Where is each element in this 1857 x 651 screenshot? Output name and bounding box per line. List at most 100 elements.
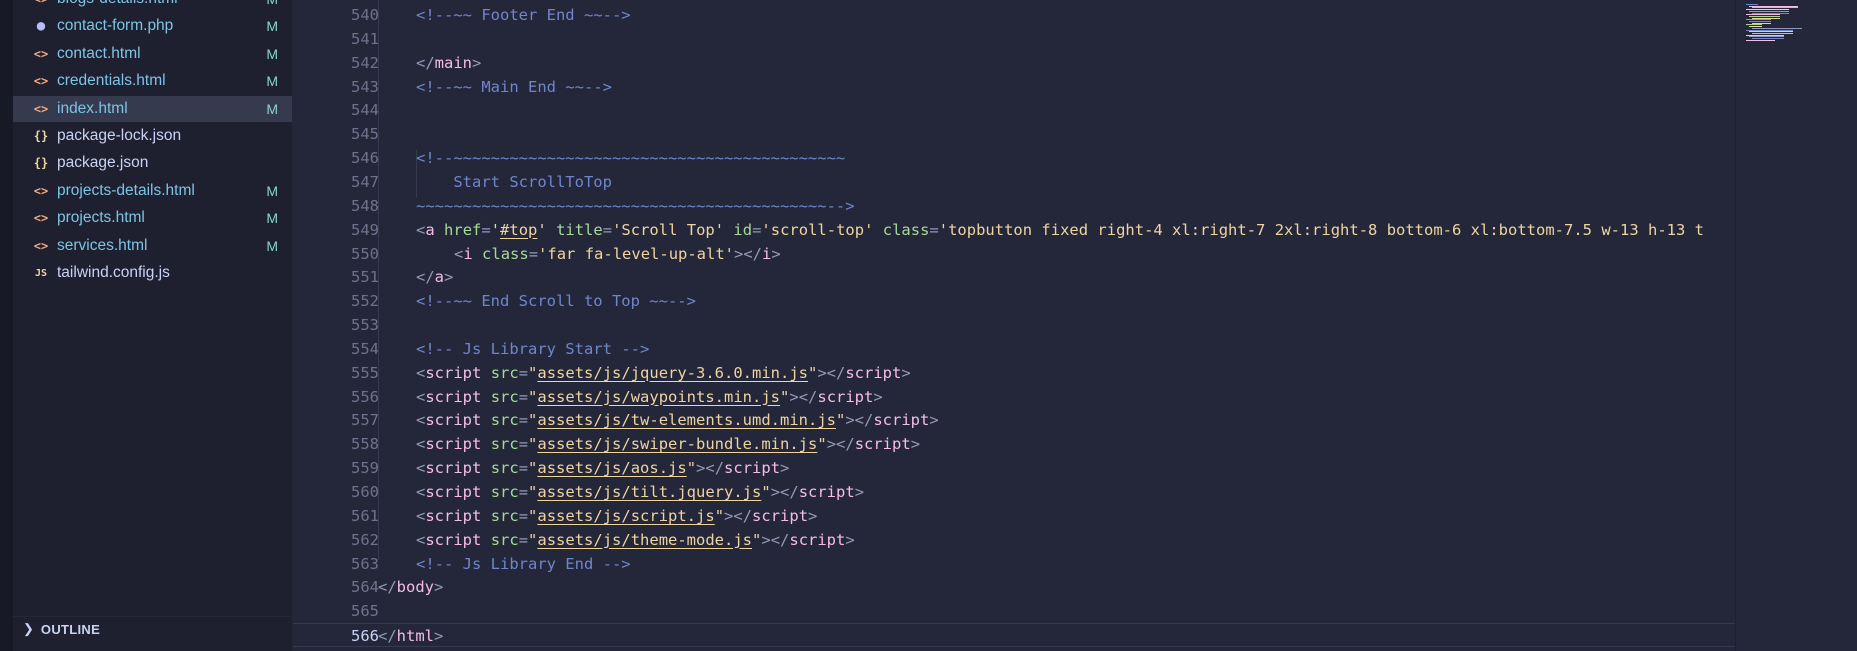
code-text: <script src="assets/js/swiper-bundle.min… — [416, 432, 920, 456]
code-token: ></ — [724, 506, 753, 525]
code-token: </ — [378, 578, 397, 597]
code-line[interactable]: 545 — [293, 122, 1735, 146]
code-token: " — [780, 387, 790, 406]
line-number: 548 — [351, 196, 379, 215]
code-line[interactable]: 556 <script src="assets/js/waypoints.min.… — [293, 385, 1735, 409]
git-status-badge: M — [266, 237, 278, 254]
code-token: > — [780, 459, 790, 478]
html-icon: <> — [33, 46, 49, 61]
file-item[interactable]: ● contact-form.php M — [13, 13, 292, 39]
code-token: > — [901, 363, 911, 382]
file-item[interactable]: {} package.json — [13, 150, 292, 176]
code-token: < — [416, 387, 426, 406]
code-token: > — [434, 578, 444, 597]
code-token: 'far fa-level-up-alt' — [538, 244, 735, 263]
code-token: body — [396, 578, 434, 597]
code-token: assets/js/tw-elements.umd.min.js — [537, 411, 836, 430]
code-line[interactable]: 565 — [293, 599, 1735, 623]
code-token: script — [798, 483, 855, 501]
code-line[interactable]: 558 <script src="assets/js/swiper-bundle.… — [293, 432, 1735, 456]
code-text: <script src="assets/js/script.js"></scri… — [416, 504, 817, 528]
code-line[interactable]: 566 </html> — [293, 623, 1735, 648]
code-line[interactable]: 540 <!--~~ Footer End ~~--> — [293, 3, 1735, 27]
code-line[interactable]: 552 <!--~~ End Scroll to Top ~~--> — [293, 289, 1735, 313]
code-token: assets/js/theme-mode.js — [537, 530, 753, 549]
code-token: src — [490, 363, 519, 382]
code-line[interactable]: 547 Start ScrollToTop — [293, 170, 1735, 194]
code-token: <!--~~ Main End ~~--> — [416, 77, 612, 96]
code-token: = — [602, 220, 613, 239]
file-name: index.html — [57, 99, 128, 117]
file-item[interactable]: {} package-lock.json — [13, 123, 292, 149]
code-token: = — [518, 387, 529, 406]
code-token: 'Scroll Top' — [612, 220, 725, 239]
code-token: > — [472, 53, 482, 72]
code-line[interactable]: 555 <script src="assets/js/jquery-3.6.0.m… — [293, 361, 1735, 385]
code-token: = — [518, 530, 529, 549]
code-text: <i class='far fa-level-up-alt'></i> — [454, 242, 781, 266]
code-line[interactable]: 560 <script src="assets/js/tilt.jquery.js… — [293, 480, 1735, 504]
code-token: class — [482, 244, 529, 263]
code-token: script — [425, 387, 482, 406]
line-number: 565 — [351, 602, 379, 621]
code-text: <script src="assets/js/jquery-3.6.0.min.… — [416, 361, 911, 385]
file-item[interactable]: <> projects.html M — [13, 205, 292, 231]
code-token: </ — [378, 627, 397, 646]
code-text: <!--~~~~~~~~~~~~~~~~~~~~~~~~~~~~~~~~~~~~… — [416, 146, 845, 170]
outline-section-header[interactable]: ❯ OUTLINE — [13, 616, 292, 641]
code-line[interactable]: 541 — [293, 27, 1735, 51]
code-line[interactable]: 559 <script src="assets/js/aos.js"></scri… — [293, 456, 1735, 480]
code-token: html — [396, 627, 434, 646]
code-token: < — [416, 530, 426, 549]
code-token: ></ — [734, 244, 763, 263]
code-line[interactable]: 557 <script src="assets/js/tw-elements.um… — [293, 408, 1735, 432]
code-token: < — [416, 435, 426, 454]
code-token: 'topbutton fixed right-4 xl:right-7 2xl:… — [938, 220, 1704, 239]
code-line[interactable]: 562 <script src="assets/js/theme-mode.js"… — [293, 528, 1735, 552]
line-number: 549 — [351, 220, 379, 239]
code-line[interactable]: 543 <!--~~ Main End ~~--> — [293, 75, 1735, 99]
html-icon: <> — [33, 238, 49, 253]
minimap[interactable] — [1735, 0, 1857, 651]
minimap-line — [1746, 39, 1775, 41]
code-line[interactable]: 553 — [293, 313, 1735, 337]
code-token: ></ — [817, 363, 846, 382]
code-token: script — [752, 506, 809, 525]
file-item[interactable]: <> index.html M — [13, 95, 292, 122]
code-line[interactable]: 551 </a> — [293, 265, 1735, 289]
code-line[interactable]: 542 </main> — [293, 51, 1735, 75]
code-editor[interactable]: 540 <!--~~ Footer End ~~--> 541 542 </main> 5… — [293, 0, 1735, 651]
code-line[interactable]: 550 <i class='far fa-level-up-alt'></i> — [293, 242, 1735, 266]
code-line[interactable]: 549 <a href='#top' title='Scroll Top' id=… — [293, 218, 1735, 242]
explorer-sidebar: <>blogs-details.htmlM●contact-form.phpM<… — [13, 0, 293, 651]
code-line[interactable]: 544 — [293, 98, 1735, 122]
code-line[interactable]: 554 <!-- Js Library Start --> — [293, 337, 1735, 361]
code-line[interactable]: 564 </body> — [293, 575, 1735, 599]
file-item[interactable]: <> contact.html M — [13, 41, 292, 67]
code-token: title — [556, 220, 603, 239]
code-line[interactable]: 548 ~~~~~~~~~~~~~~~~~~~~~~~~~~~~~~~~~~~~~… — [293, 194, 1735, 218]
code-token: < — [416, 506, 426, 525]
line-number: 564 — [351, 578, 379, 597]
code-line[interactable]: 561 <script src="assets/js/script.js"></s… — [293, 504, 1735, 528]
code-line[interactable]: 563 <!-- Js Library End --> — [293, 552, 1735, 576]
code-text: <script src="assets/js/aos.js"></script> — [416, 456, 789, 480]
code-token: ></ — [845, 411, 874, 430]
file-item[interactable]: JS tailwind.config.js — [13, 260, 292, 286]
code-text: ~~~~~~~~~~~~~~~~~~~~~~~~~~~~~~~~~~~~~~~~… — [416, 194, 855, 218]
code-text: <script src="assets/js/tw-elements.umd.m… — [416, 408, 939, 432]
code-token: " — [528, 506, 538, 525]
code-token: > — [434, 627, 444, 646]
code-line[interactable]: 546 <!--~~~~~~~~~~~~~~~~~~~~~~~~~~~~~~~~~… — [293, 146, 1735, 170]
file-name: projects.html — [57, 209, 145, 227]
code-token: src — [490, 459, 519, 478]
file-item[interactable]: <> projects-details.html M — [13, 178, 292, 204]
code-token: = — [518, 506, 529, 525]
html-icon: <> — [33, 101, 49, 116]
file-item[interactable]: <> blogs-details.htmlM — [13, 0, 292, 12]
file-item[interactable]: <> credentials.html M — [13, 68, 292, 94]
file-item[interactable]: <> services.html M — [13, 233, 292, 259]
code-token: assets/js/tilt.jquery.js — [537, 483, 762, 501]
